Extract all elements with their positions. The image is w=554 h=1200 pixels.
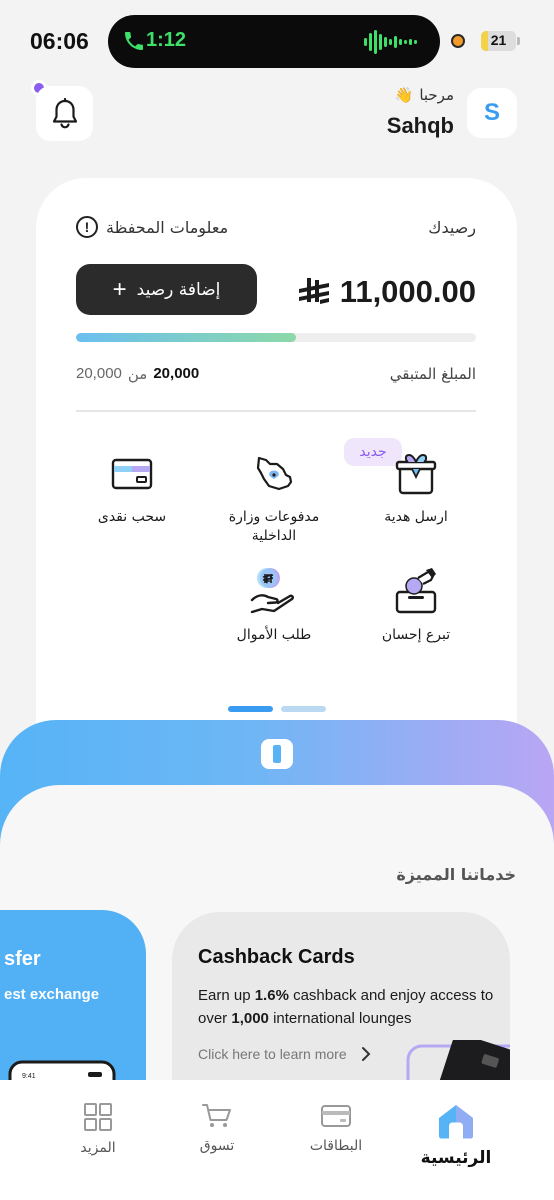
- wallet-info-label: معلومات المحفظة: [106, 217, 229, 237]
- balance-label: رصيدك: [428, 218, 476, 237]
- limit-used: 20,000: [153, 365, 200, 382]
- cart-icon: [202, 1104, 231, 1127]
- section-title: خدماتنا المميزة: [396, 865, 516, 884]
- status-bar: 06:06 1:12 21: [0, 0, 554, 80]
- avatar[interactable]: S: [467, 88, 517, 138]
- request-money-icon: ⃁: [250, 568, 295, 614]
- phone-icon: [125, 32, 143, 50]
- recording-indicator: [451, 34, 465, 48]
- grid-icon: [84, 1103, 112, 1131]
- service-label: طلب الأموال: [236, 627, 312, 643]
- service-label: مدفوعات وزارة الداخلية: [228, 509, 320, 544]
- balance-progress-fill: [76, 333, 296, 342]
- service-moi-payments[interactable]: مدفوعات وزارة الداخلية: [209, 450, 339, 546]
- limit-of: من: [127, 365, 148, 383]
- battery-indicator: 21: [481, 31, 516, 51]
- nav-shop[interactable]: تسوق: [167, 1102, 267, 1154]
- nav-home[interactable]: الرئيسية: [406, 1102, 506, 1168]
- promo-subtitle: est exchange: [4, 986, 100, 1003]
- audio-waveform-icon: [364, 30, 417, 54]
- card-icon: [111, 458, 153, 490]
- service-ehsan-donation[interactable]: تبرع إحسان: [351, 566, 481, 645]
- promo-description: Earn up 1.6% cashback and enjoy access t…: [198, 987, 494, 1027]
- service-request-money[interactable]: ⃁ طلب الأموال: [209, 566, 339, 645]
- chevron-right-icon: [361, 1047, 371, 1061]
- nav-label: البطاقات: [309, 1138, 363, 1154]
- page-indicator: [228, 706, 326, 712]
- donation-box-icon: [395, 568, 437, 614]
- service-send-gift[interactable]: ارسل هدية: [351, 450, 481, 527]
- learn-more-label: Click here to learn more: [198, 1046, 347, 1062]
- cards-icon: [321, 1105, 351, 1127]
- app-logo-icon: [261, 739, 293, 769]
- remaining-label: المبلغ المتبقي: [389, 365, 476, 383]
- service-cash-withdrawal[interactable]: سحب نقدى: [67, 450, 197, 527]
- bell-icon: [52, 97, 77, 128]
- nav-label: تسوق: [199, 1138, 235, 1154]
- clock: 06:06: [30, 28, 89, 54]
- page-dot-active[interactable]: [228, 706, 273, 712]
- gift-box-icon: [395, 453, 437, 495]
- page-dot[interactable]: [281, 706, 326, 712]
- battery-cap: [517, 37, 520, 45]
- nav-cards[interactable]: البطاقات: [286, 1102, 386, 1154]
- service-label: تبرع إحسان: [381, 627, 451, 643]
- learn-more-link[interactable]: Click here to learn more: [198, 1046, 371, 1062]
- service-label: سحب نقدى: [97, 509, 167, 525]
- promo-title: sfer: [4, 948, 41, 970]
- svg-text:9:41: 9:41: [22, 1073, 36, 1080]
- balance-progress-bar: [76, 333, 476, 342]
- saudi-map-icon: [256, 456, 293, 491]
- service-label: ارسل هدية: [384, 509, 448, 525]
- nav-more[interactable]: المزيد: [48, 1102, 148, 1156]
- nav-label: المزيد: [80, 1140, 116, 1156]
- promo-title: Cashback Cards: [198, 946, 355, 968]
- info-icon: !: [76, 216, 98, 238]
- plus-icon: +: [112, 275, 127, 303]
- wallet-card: رصيدك معلومات المحفظة ! إضافة رصيد + 11,…: [36, 178, 517, 778]
- limit-text: 20,000 من 20,000: [76, 365, 199, 383]
- balance-value: 11,000.00: [339, 274, 476, 309]
- waving-hand-icon: 👋: [394, 86, 414, 104]
- add-balance-label: إضافة رصيد: [136, 279, 221, 300]
- call-timer: 1:12: [146, 29, 187, 51]
- greeting-text: مرحبا: [419, 86, 454, 104]
- dynamic-island[interactable]: 1:12: [108, 15, 440, 68]
- wallet-info-link[interactable]: معلومات المحفظة !: [76, 216, 228, 238]
- notifications-button[interactable]: [36, 86, 93, 141]
- limit-total: 20,000: [76, 365, 122, 382]
- saudi-riyal-icon: [298, 278, 329, 304]
- bottom-nav: الرئيسية البطاقات تسوق المزيد: [0, 1080, 554, 1200]
- divider: [76, 410, 476, 412]
- greeting: مرحبا 👋: [395, 86, 454, 104]
- add-balance-button[interactable]: إضافة رصيد +: [76, 264, 257, 315]
- home-icon: [439, 1105, 473, 1139]
- battery-level: 21: [490, 32, 507, 48]
- username: Sahqb: [386, 113, 454, 138]
- balance-amount: 11,000.00: [298, 274, 476, 310]
- nav-label: الرئيسية: [420, 1148, 492, 1168]
